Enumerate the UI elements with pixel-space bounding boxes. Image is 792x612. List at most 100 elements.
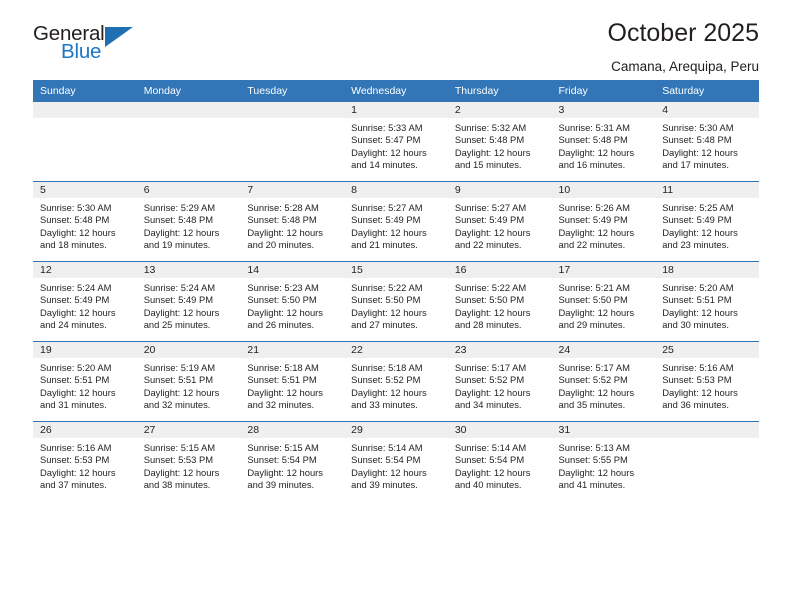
day-number: 2 <box>447 102 552 118</box>
calendar-day-cell[interactable]: 20 Sunrise: 5:19 AM Sunset: 5:51 PM Dayligh… <box>136 341 241 422</box>
day-details: Sunrise: 5:27 AM Sunset: 5:49 PM Daylight:… <box>448 198 552 252</box>
daylight-duration-line1: Daylight: 12 hours <box>351 306 427 318</box>
daylight-duration-line2: and 16 minutes. <box>558 159 626 171</box>
calendar-day-cell-empty <box>655 421 759 501</box>
sunset-time: Sunset: 5:51 PM <box>143 374 214 386</box>
calendar-day-cell[interactable]: 6 Sunrise: 5:29 AM Sunset: 5:48 PM Daylight… <box>136 181 241 262</box>
sunset-time: Sunset: 5:54 PM <box>247 454 317 466</box>
calendar-day-cell[interactable]: 19 Sunrise: 5:20 AM Sunset: 5:51 PM Dayligh… <box>33 341 137 422</box>
day-details: Sunrise: 5:30 AM Sunset: 5:48 PM Daylight:… <box>655 118 759 172</box>
day-details: Sunrise: 5:32 AM Sunset: 5:48 PM Daylight:… <box>448 118 552 172</box>
sunrise-time: Sunrise: 5:14 AM <box>454 442 527 453</box>
calendar-day-cell[interactable]: 13 Sunrise: 5:24 AM Sunset: 5:49 PM Dayligh… <box>136 261 241 342</box>
sunset-time: Sunset: 5:50 PM <box>454 294 525 306</box>
calendar-day-cell[interactable]: 26 Sunrise: 5:16 AM Sunset: 5:53 PM Dayligh… <box>33 421 137 501</box>
sunrise-time: Sunrise: 5:19 AM <box>143 362 216 373</box>
day-details: Sunrise: 5:13 AM Sunset: 5:55 PM Daylight:… <box>552 438 656 492</box>
daylight-duration-line2: and 21 minutes. <box>351 239 418 251</box>
day-details: Sunrise: 5:22 AM Sunset: 5:50 PM Daylight:… <box>344 278 448 332</box>
daylight-duration-line1: Daylight: 12 hours <box>454 386 531 398</box>
calendar-day-cell[interactable]: 9 Sunrise: 5:27 AM Sunset: 5:49 PM Daylight… <box>447 181 552 262</box>
calendar-day-cell[interactable]: 27 Sunrise: 5:15 AM Sunset: 5:53 PM Dayligh… <box>136 421 241 501</box>
calendar-day-cell[interactable]: 21 Sunrise: 5:18 AM Sunset: 5:51 PM Dayligh… <box>240 341 345 422</box>
sunrise-time: Sunrise: 5:24 AM <box>40 282 112 293</box>
calendar-day-cell[interactable]: 18 Sunrise: 5:20 AM Sunset: 5:51 PM Dayligh… <box>655 261 759 342</box>
sunset-time: Sunset: 5:48 PM <box>558 134 628 146</box>
title-block: October 2025 Camana, Arequipa, Peru <box>608 19 760 74</box>
day-number: 7 <box>240 182 345 198</box>
sunset-time: Sunset: 5:48 PM <box>662 134 732 146</box>
day-details: Sunrise: 5:24 AM Sunset: 5:49 PM Daylight:… <box>33 278 137 332</box>
daylight-duration-line2: and 30 minutes. <box>662 319 729 331</box>
calendar-day-cell[interactable]: 24 Sunrise: 5:17 AM Sunset: 5:52 PM Dayligh… <box>551 341 656 422</box>
day-details: Sunrise: 5:17 AM Sunset: 5:52 PM Daylight:… <box>448 358 552 412</box>
daylight-duration-line1: Daylight: 12 hours <box>454 226 531 238</box>
daylight-duration-line2: and 22 minutes. <box>558 239 626 251</box>
day-number: 3 <box>551 102 656 118</box>
day-number <box>655 422 759 438</box>
daylight-duration-line2: and 20 minutes. <box>247 239 315 251</box>
sunrise-time: Sunrise: 5:18 AM <box>351 362 423 373</box>
calendar-day-cell[interactable]: 1 Sunrise: 5:33 AM Sunset: 5:47 PM Daylight… <box>344 102 448 182</box>
calendar-day-cell[interactable]: 4 Sunrise: 5:30 AM Sunset: 5:48 PM Daylight… <box>655 102 759 182</box>
calendar-header-row-group: Sunday Monday Tuesday Wednesday Thursday… <box>33 80 759 102</box>
weekday-header-wednesday: Wednesday <box>344 80 448 102</box>
weekday-header-sunday: Sunday <box>33 80 137 102</box>
day-details: Sunrise: 5:20 AM Sunset: 5:51 PM Daylight:… <box>655 278 759 332</box>
sunrise-time: Sunrise: 5:16 AM <box>662 362 734 373</box>
page-subtitle: Camana, Arequipa, Peru <box>611 58 759 74</box>
generalblue-logo[interactable]: General Blue <box>33 23 153 72</box>
day-number: 30 <box>447 422 552 438</box>
calendar-day-cell[interactable]: 14 Sunrise: 5:23 AM Sunset: 5:50 PM Dayligh… <box>240 261 345 342</box>
day-details: Sunrise: 5:25 AM Sunset: 5:49 PM Daylight:… <box>655 198 759 252</box>
daylight-duration-line2: and 27 minutes. <box>351 319 418 331</box>
daylight-duration-line2: and 39 minutes. <box>351 479 418 491</box>
calendar-day-cell[interactable]: 17 Sunrise: 5:21 AM Sunset: 5:50 PM Dayligh… <box>551 261 656 342</box>
calendar-day-cell[interactable]: 5 Sunrise: 5:30 AM Sunset: 5:48 PM Daylight… <box>33 181 137 262</box>
daylight-duration-line2: and 33 minutes. <box>351 399 418 411</box>
calendar-day-cell[interactable]: 16 Sunrise: 5:22 AM Sunset: 5:50 PM Dayligh… <box>447 261 552 342</box>
calendar-day-cell[interactable]: 3 Sunrise: 5:31 AM Sunset: 5:48 PM Daylight… <box>551 102 656 182</box>
day-details: Sunrise: 5:18 AM Sunset: 5:52 PM Daylight:… <box>344 358 448 412</box>
day-details: Sunrise: 5:20 AM Sunset: 5:51 PM Daylight:… <box>33 358 137 412</box>
sunrise-time: Sunrise: 5:30 AM <box>40 202 112 213</box>
calendar-day-cell[interactable]: 31 Sunrise: 5:13 AM Sunset: 5:55 PM Dayligh… <box>551 421 656 501</box>
day-number: 10 <box>551 182 656 198</box>
sunrise-time: Sunrise: 5:27 AM <box>454 202 527 213</box>
day-details: Sunrise: 5:17 AM Sunset: 5:52 PM Daylight:… <box>552 358 656 412</box>
sunset-time: Sunset: 5:51 PM <box>662 294 732 306</box>
day-number: 26 <box>33 422 137 438</box>
calendar-day-cell[interactable]: 8 Sunrise: 5:27 AM Sunset: 5:49 PM Daylight… <box>344 181 448 262</box>
daylight-duration-line1: Daylight: 12 hours <box>454 466 531 478</box>
sunset-time: Sunset: 5:49 PM <box>351 214 421 226</box>
day-number <box>136 102 241 118</box>
calendar-day-cell[interactable]: 30 Sunrise: 5:14 AM Sunset: 5:54 PM Dayligh… <box>447 421 552 501</box>
calendar-day-cell[interactable]: 7 Sunrise: 5:28 AM Sunset: 5:48 PM Daylight… <box>240 181 345 262</box>
calendar-day-cell-empty <box>240 102 345 182</box>
calendar-day-cell[interactable]: 15 Sunrise: 5:22 AM Sunset: 5:50 PM Dayligh… <box>344 261 448 342</box>
calendar-day-cell[interactable]: 2 Sunrise: 5:32 AM Sunset: 5:48 PM Daylight… <box>447 102 552 182</box>
sunset-time: Sunset: 5:51 PM <box>247 374 317 386</box>
sunrise-time: Sunrise: 5:20 AM <box>662 282 734 293</box>
calendar-week-row: 19 Sunrise: 5:20 AM Sunset: 5:51 PM Dayligh… <box>33 341 759 422</box>
day-details: Sunrise: 5:19 AM Sunset: 5:51 PM Daylight:… <box>137 358 241 412</box>
calendar-day-cell[interactable]: 28 Sunrise: 5:15 AM Sunset: 5:54 PM Dayligh… <box>240 421 345 501</box>
sunrise-time: Sunrise: 5:23 AM <box>247 282 319 293</box>
calendar-day-cell[interactable]: 10 Sunrise: 5:26 AM Sunset: 5:49 PM Dayligh… <box>551 181 656 262</box>
calendar-day-cell[interactable]: 23 Sunrise: 5:17 AM Sunset: 5:52 PM Dayligh… <box>447 341 552 422</box>
day-number: 19 <box>33 342 137 358</box>
daylight-duration-line2: and 32 minutes. <box>143 399 211 411</box>
calendar-day-cell[interactable]: 12 Sunrise: 5:24 AM Sunset: 5:49 PM Dayligh… <box>33 261 137 342</box>
daylight-duration-line1: Daylight: 12 hours <box>662 226 738 238</box>
daylight-duration-line2: and 39 minutes. <box>247 479 315 491</box>
day-details: Sunrise: 5:16 AM Sunset: 5:53 PM Daylight:… <box>33 438 137 492</box>
day-number <box>240 102 345 118</box>
day-number: 21 <box>240 342 345 358</box>
calendar-day-cell[interactable]: 29 Sunrise: 5:14 AM Sunset: 5:54 PM Dayligh… <box>344 421 448 501</box>
calendar-day-cell[interactable]: 25 Sunrise: 5:16 AM Sunset: 5:53 PM Dayligh… <box>655 341 759 422</box>
calendar-day-cell[interactable]: 11 Sunrise: 5:25 AM Sunset: 5:49 PM Dayligh… <box>655 181 759 262</box>
daylight-duration-line2: and 23 minutes. <box>662 239 729 251</box>
sunset-time: Sunset: 5:54 PM <box>454 454 525 466</box>
calendar-day-cell[interactable]: 22 Sunrise: 5:18 AM Sunset: 5:52 PM Dayligh… <box>344 341 448 422</box>
daylight-duration-line2: and 35 minutes. <box>558 399 626 411</box>
